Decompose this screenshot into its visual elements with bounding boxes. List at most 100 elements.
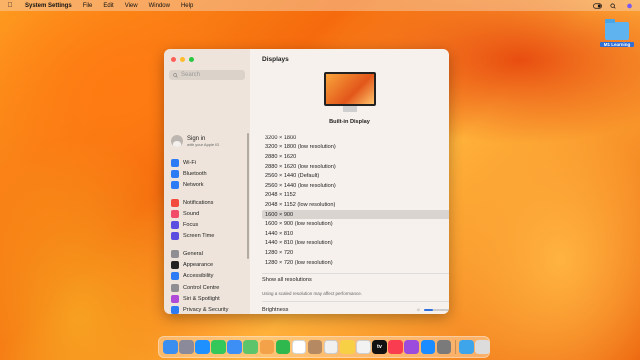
sidebar-item-label: Notifications: [183, 199, 214, 206]
brightness-row: Brightness ☼ ☀: [262, 306, 449, 313]
freeform-icon[interactable]: [356, 339, 371, 355]
sidebar-scrollbar[interactable]: [247, 133, 249, 259]
resolution-option[interactable]: 2560 × 1440 (Default): [262, 171, 449, 181]
siri-menubar-icon[interactable]: [625, 3, 634, 9]
resolution-option[interactable]: 2048 × 1152 (low resolution): [262, 200, 449, 210]
sidebar: Search Sign in with your Apple ID Wi-Fi B…: [164, 49, 250, 314]
menu-app-name[interactable]: System Settings: [25, 3, 72, 9]
menu-bar:  System Settings File Edit View Window …: [0, 0, 640, 11]
sidebar-item-privacy-security[interactable]: Privacy & Security: [168, 305, 246, 314]
sidebar-item-network[interactable]: Network: [168, 180, 246, 191]
scaled-resolution-note: Using a scaled resolution may affect per…: [262, 291, 362, 296]
menu-file[interactable]: File: [83, 3, 93, 9]
finder-icon[interactable]: [163, 339, 178, 355]
brightness-label: Brightness: [262, 306, 289, 313]
brightness-low-icon: ☼: [416, 306, 421, 313]
contacts-icon[interactable]: [307, 339, 323, 355]
resolution-option[interactable]: 2048 × 1152: [262, 191, 449, 201]
privacy-icon: [171, 306, 179, 314]
notes-icon[interactable]: [340, 339, 355, 355]
sidebar-item-label: Sound: [183, 210, 200, 217]
sidebar-item-control-centre[interactable]: Control Centre: [168, 282, 246, 293]
photos-icon[interactable]: [259, 339, 275, 355]
sidebar-item-general[interactable]: General: [168, 248, 246, 259]
network-icon: [171, 181, 179, 190]
accessibility-icon: [171, 272, 179, 281]
divider: [262, 301, 449, 302]
downloads-folder-icon[interactable]: [459, 339, 474, 355]
pane-title: Displays: [262, 56, 289, 63]
sidebar-item-label: Network: [183, 182, 204, 189]
divider: [262, 273, 449, 274]
resolution-option[interactable]: 2880 × 1620: [262, 152, 449, 162]
sidebar-item-label: Focus: [183, 222, 199, 229]
close-button[interactable]: [171, 57, 176, 62]
bluetooth-icon: [171, 169, 179, 178]
display-name: Built-in Display: [329, 119, 370, 125]
search-menubar-icon[interactable]: [609, 2, 618, 9]
folder-icon: [605, 19, 629, 40]
sidebar-item-focus[interactable]: Focus: [168, 219, 246, 230]
resolution-option[interactable]: 2560 × 1440 (low resolution): [262, 181, 449, 191]
menu-view[interactable]: View: [125, 3, 138, 9]
minimize-button[interactable]: [180, 57, 185, 62]
resolution-option[interactable]: 1280 × 720: [262, 248, 449, 258]
sidebar-item-notifications[interactable]: Notifications: [168, 197, 246, 208]
messages-icon[interactable]: [211, 339, 226, 355]
resolution-list: 3200 × 1800 3200 × 1800 (low resolution) 2…: [262, 133, 449, 273]
dock-separator: [454, 340, 456, 354]
menu-help[interactable]: Help: [181, 3, 193, 9]
trash-icon[interactable]: [475, 339, 490, 355]
resolution-option[interactable]: 3200 × 1800 (low resolution): [262, 143, 449, 153]
podcasts-icon[interactable]: [404, 339, 419, 355]
safari-icon[interactable]: [195, 339, 210, 355]
apple-menu-icon[interactable]: : [6, 2, 14, 9]
resolution-option[interactable]: 1600 × 900 (low resolution): [262, 219, 449, 229]
menu-extras: [593, 2, 634, 9]
resolution-option[interactable]: 1440 × 810: [262, 229, 449, 239]
control-centre-menubar-icon[interactable]: [593, 2, 602, 9]
sidebar-item-label: General: [183, 250, 203, 257]
mail-icon[interactable]: [227, 339, 242, 355]
sidebar-item-bluetooth[interactable]: Bluetooth: [168, 168, 246, 179]
search-field[interactable]: Search: [169, 70, 245, 80]
brightness-slider[interactable]: [423, 308, 449, 311]
resolution-option[interactable]: 2880 × 1620 (low resolution): [262, 162, 449, 172]
sidebar-item-appearance[interactable]: Appearance: [168, 259, 246, 270]
desktop-folder[interactable]: M1 Learning: [600, 19, 634, 47]
facetime-icon[interactable]: [275, 339, 291, 355]
sound-icon: [171, 209, 179, 218]
control-centre-icon: [171, 283, 179, 292]
sidebar-item-siri-spotlight[interactable]: Siri & Spotlight: [168, 293, 246, 304]
sidebar-group: General Appearance Accessibility Control Ce…: [168, 248, 246, 314]
resolution-option[interactable]: 1600 × 900: [262, 209, 449, 220]
wifi-icon: [171, 158, 179, 167]
menu-edit[interactable]: Edit: [103, 3, 113, 9]
zoom-button[interactable]: [189, 57, 194, 62]
calendar-icon[interactable]: [291, 339, 307, 355]
sidebar-item-accessibility[interactable]: Accessibility: [168, 271, 246, 282]
sidebar-item-label: Bluetooth: [183, 170, 207, 177]
resolution-option[interactable]: 1440 × 810 (low resolution): [262, 239, 449, 249]
sidebar-group: Notifications Sound Focus Screen Time: [168, 197, 246, 242]
resolution-option[interactable]: 1280 × 720 (low resolution): [262, 258, 449, 268]
apple-id-signin[interactable]: Sign in with your Apple ID: [171, 135, 219, 147]
focus-icon: [171, 221, 179, 230]
sidebar-group: Wi-Fi Bluetooth Network: [168, 157, 246, 191]
app-store-icon[interactable]: [420, 339, 435, 355]
reminders-icon[interactable]: [323, 339, 339, 355]
desktop-folder-label: M1 Learning: [600, 42, 634, 47]
sidebar-item-wi-fi[interactable]: Wi-Fi: [168, 157, 246, 168]
system-settings-window: Search Sign in with your Apple ID Wi-Fi B…: [164, 49, 449, 314]
screen-time-icon: [171, 232, 179, 241]
menu-window[interactable]: Window: [149, 3, 170, 9]
music-icon[interactable]: [388, 339, 403, 355]
tv-icon[interactable]: tv: [372, 339, 387, 355]
system-settings-icon[interactable]: [436, 339, 452, 355]
maps-icon[interactable]: [243, 339, 258, 355]
signin-subtitle: with your Apple ID: [187, 141, 220, 147]
sidebar-item-screen-time[interactable]: Screen Time: [168, 231, 246, 242]
sidebar-item-sound[interactable]: Sound: [168, 208, 246, 219]
sidebar-item-label: Wi-Fi: [183, 159, 197, 166]
launchpad-icon[interactable]: [179, 339, 194, 355]
